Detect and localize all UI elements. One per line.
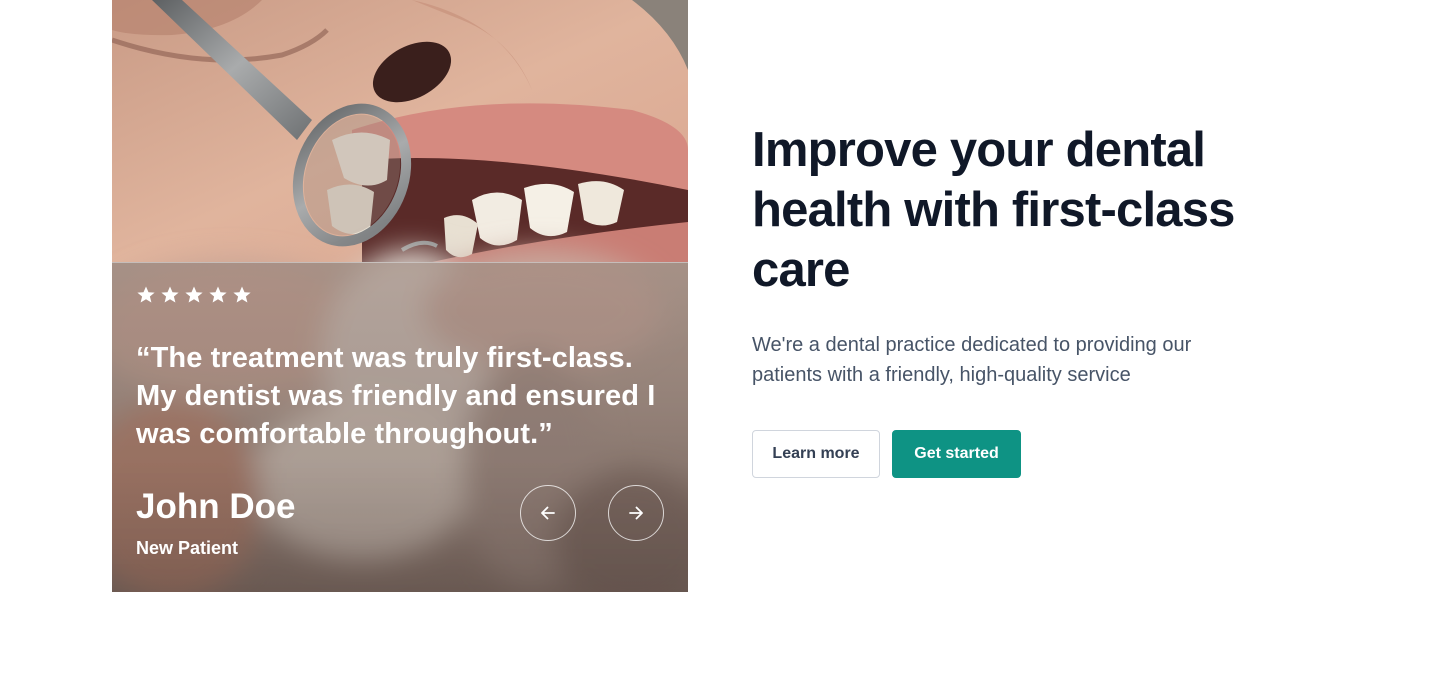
get-started-button[interactable]: Get started: [892, 430, 1021, 478]
star-icon: [233, 286, 251, 303]
hero-actions: Learn more Get started: [752, 430, 1292, 478]
arrow-left-icon: [541, 506, 555, 520]
author-role: New Patient: [136, 538, 239, 558]
author-name: John Doe: [136, 487, 296, 526]
learn-more-button[interactable]: Learn more: [752, 430, 880, 478]
testimonial-quote: “The treatment was truly first-class. My…: [136, 342, 656, 450]
rating-stars: [136, 285, 252, 305]
page: “The treatment was truly first-class. My…: [0, 0, 1440, 688]
hero-image: “The treatment was truly first-class. My…: [112, 0, 688, 592]
hero-subtext: We're a dental practice dedicated to pro…: [752, 334, 1192, 386]
previous-testimonial-button[interactable]: [520, 485, 576, 541]
star-icon: [137, 286, 155, 303]
hero-headline: Improve your dental health with first-cl…: [752, 123, 1235, 297]
hero-content: Improve your dental health with first-cl…: [752, 120, 1292, 478]
star-icon: [209, 286, 227, 303]
arrow-right-icon: [629, 506, 643, 520]
star-icon: [185, 286, 203, 303]
star-icon: [161, 286, 179, 303]
testimonial-card: “The treatment was truly first-class. My…: [112, 262, 688, 592]
next-testimonial-button[interactable]: [608, 485, 664, 541]
